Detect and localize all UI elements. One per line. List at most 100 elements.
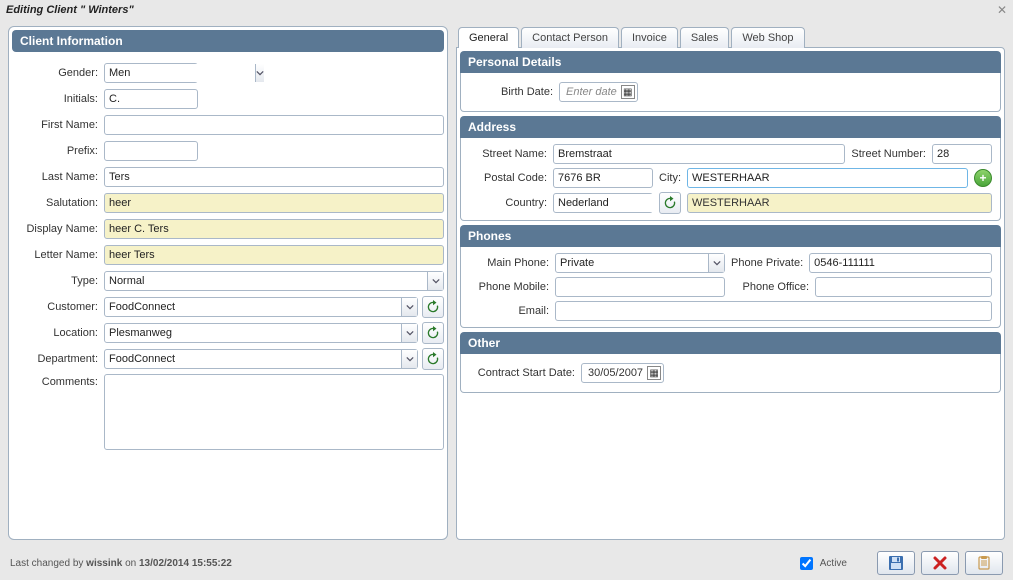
tab-invoice[interactable]: Invoice: [621, 27, 678, 48]
city-label: City:: [659, 172, 681, 184]
initials-label: Initials:: [12, 93, 104, 105]
personal-details-section: Personal Details Birth Date: Enter date …: [460, 51, 1001, 112]
chevron-down-icon[interactable]: [255, 64, 264, 82]
letter-name-label: Letter Name:: [12, 249, 104, 261]
location-value[interactable]: [105, 324, 401, 342]
country-label: Country:: [469, 197, 547, 209]
cancel-button[interactable]: [921, 551, 959, 575]
plus-icon[interactable]: +: [974, 169, 992, 187]
refresh-icon[interactable]: [422, 296, 444, 318]
letter-name-output: [104, 245, 444, 265]
gender-value[interactable]: [105, 64, 255, 82]
contract-start-date-value: 30/05/2007: [588, 367, 643, 379]
country-value[interactable]: [554, 194, 704, 212]
phone-private-input[interactable]: [809, 253, 992, 273]
chevron-down-icon[interactable]: [401, 298, 417, 316]
phone-mobile-label: Phone Mobile:: [469, 281, 549, 293]
postal-code-label: Postal Code:: [469, 172, 547, 184]
tab-web-shop[interactable]: Web Shop: [731, 27, 804, 48]
save-icon: [888, 555, 904, 571]
calendar-icon[interactable]: ▦: [621, 85, 635, 99]
phone-office-label: Phone Office:: [731, 281, 809, 293]
refresh-icon[interactable]: [422, 348, 444, 370]
contract-start-label: Contract Start Date:: [469, 367, 581, 379]
last-name-input[interactable]: [104, 167, 444, 187]
active-checkbox[interactable]: [800, 557, 813, 570]
window-title: Editing Client " Winters": [6, 4, 134, 16]
comments-textarea[interactable]: [104, 374, 444, 450]
client-editor-window: Editing Client " Winters" ✕ Client Infor…: [0, 0, 1013, 580]
city-input[interactable]: [687, 168, 968, 188]
birth-date-input[interactable]: Enter date ▦: [559, 82, 638, 102]
display-name-output: [104, 219, 444, 239]
tab-contact-person[interactable]: Contact Person: [521, 27, 619, 48]
first-name-input[interactable]: [104, 115, 444, 135]
footer-buttons: Active: [796, 551, 1003, 575]
tab-sales[interactable]: Sales: [680, 27, 730, 48]
other-heading: Other: [460, 332, 1001, 354]
city-suggestion-text: WESTERHAAR: [692, 197, 770, 209]
client-information-panel: Client Information Gender: Initials: Fir…: [8, 26, 448, 540]
contract-start-date-input[interactable]: 30/05/2007 ▦: [581, 363, 664, 383]
email-label: Email:: [469, 305, 549, 317]
prefix-label: Prefix:: [12, 145, 104, 157]
chevron-down-icon[interactable]: [427, 272, 443, 290]
last-changed-middle: on: [122, 558, 139, 569]
gender-select[interactable]: [104, 63, 198, 83]
email-input[interactable]: [555, 301, 992, 321]
initials-input[interactable]: [104, 89, 198, 109]
close-icon[interactable]: ✕: [997, 3, 1007, 17]
salutation-output: [104, 193, 444, 213]
customer-value[interactable]: [105, 298, 401, 316]
phones-section: Phones Main Phone: Phone Private:: [460, 225, 1001, 328]
refresh-icon[interactable]: [659, 192, 681, 214]
footer-bar: Last changed by wissink on 13/02/2014 15…: [0, 546, 1013, 580]
customer-lookup[interactable]: [104, 297, 418, 317]
last-changed-user: wissink: [86, 558, 122, 569]
active-label: Active: [820, 558, 847, 569]
content-area: Client Information Gender: Initials: Fir…: [0, 20, 1013, 546]
street-name-label: Street Name:: [469, 148, 547, 160]
type-value[interactable]: [105, 272, 427, 290]
display-name-label: Display Name:: [12, 223, 104, 235]
birth-date-label: Birth Date:: [469, 86, 559, 98]
chevron-down-icon[interactable]: [708, 254, 724, 272]
location-lookup[interactable]: [104, 323, 418, 343]
chevron-down-icon[interactable]: [401, 350, 417, 368]
customer-label: Customer:: [12, 301, 104, 313]
street-number-input[interactable]: [932, 144, 992, 164]
active-checkbox-wrapper[interactable]: Active: [796, 554, 847, 573]
main-phone-select[interactable]: [555, 253, 725, 273]
street-name-input[interactable]: [553, 144, 845, 164]
cancel-icon: [932, 555, 948, 571]
phone-office-input[interactable]: [815, 277, 992, 297]
type-label: Type:: [12, 275, 104, 287]
clipboard-button[interactable]: [965, 551, 1003, 575]
country-select[interactable]: [553, 193, 653, 213]
main-phone-label: Main Phone:: [469, 257, 549, 269]
street-number-label: Street Number:: [851, 148, 926, 160]
other-section: Other Contract Start Date: 30/05/2007 ▦: [460, 332, 1001, 393]
birth-date-placeholder: Enter date: [566, 86, 617, 98]
main-phone-value[interactable]: [556, 254, 708, 272]
location-label: Location:: [12, 327, 104, 339]
prefix-input[interactable]: [104, 141, 198, 161]
title-bar: Editing Client " Winters" ✕: [0, 0, 1013, 20]
calendar-icon[interactable]: ▦: [647, 366, 661, 380]
chevron-down-icon[interactable]: [401, 324, 417, 342]
phone-mobile-input[interactable]: [555, 277, 725, 297]
type-select[interactable]: [104, 271, 444, 291]
tab-general[interactable]: General: [458, 27, 519, 48]
postal-code-input[interactable]: [553, 168, 653, 188]
department-lookup[interactable]: [104, 349, 418, 369]
address-section: Address Street Name: Street Number: Post…: [460, 116, 1001, 221]
last-changed-text: Last changed by wissink on 13/02/2014 15…: [10, 558, 232, 569]
phone-private-label: Phone Private:: [731, 257, 803, 269]
comments-label: Comments:: [12, 374, 104, 388]
personal-details-heading: Personal Details: [460, 51, 1001, 73]
save-button[interactable]: [877, 551, 915, 575]
refresh-icon[interactable]: [422, 322, 444, 344]
department-value[interactable]: [105, 350, 401, 368]
tab-general-body: Personal Details Birth Date: Enter date …: [456, 47, 1005, 540]
salutation-label: Salutation:: [12, 197, 104, 209]
